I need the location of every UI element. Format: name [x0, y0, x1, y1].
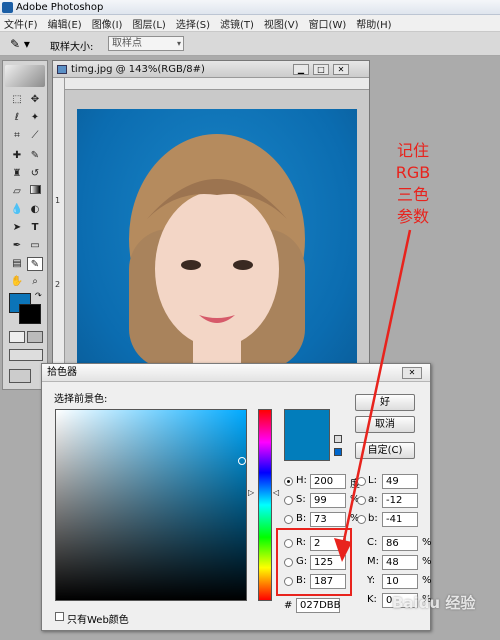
history-brush-icon[interactable]: ↺ [27, 167, 43, 181]
brightness-radio[interactable] [284, 515, 293, 524]
hand-tool-icon[interactable]: ✋ [9, 275, 25, 289]
photoshop-logo-icon [2, 2, 13, 13]
color-picker-title: 拾色器 [47, 367, 77, 378]
horizontal-ruler [65, 78, 369, 90]
menu-help[interactable]: 帮助(H) [356, 16, 391, 31]
sample-size-select[interactable]: 取样点 ▾ [108, 36, 184, 51]
minimize-button[interactable]: ▁ [293, 64, 309, 75]
hue-slider-left-arrow[interactable]: ▷ [248, 488, 254, 497]
menu-layer[interactable]: 图层(L) [132, 16, 165, 31]
jump-to-imageready-icon[interactable] [9, 369, 31, 383]
menu-filter[interactable]: 滤镜(T) [220, 16, 254, 31]
annotation-line-2: RGB [395, 163, 431, 182]
chevron-down-icon: ▾ [176, 39, 181, 48]
screen-mode-icon[interactable] [9, 349, 43, 361]
app-title-bar: Adobe Photoshop [0, 0, 500, 15]
vertical-ruler: 1 2 [53, 78, 65, 389]
options-bar: ✎ ▾ 取样大小: 取样点 ▾ [0, 32, 500, 56]
brush-tool-icon[interactable]: ✎ [27, 149, 43, 163]
hue-radio[interactable] [284, 477, 293, 486]
swap-colors-icon[interactable]: ↷ [35, 291, 42, 300]
select-foreground-label: 选择前景色: [54, 394, 108, 405]
color-field-cursor[interactable] [238, 457, 246, 465]
menu-file[interactable]: 文件(F) [4, 16, 38, 31]
maximize-button[interactable]: □ [313, 64, 329, 75]
hue-slider[interactable] [258, 409, 272, 601]
saturation-radio[interactable] [284, 496, 293, 505]
crop-tool-icon[interactable]: ⌗ [9, 129, 25, 143]
brightness-label: B: [296, 513, 307, 524]
hex-label: # [284, 600, 293, 611]
app-title: Adobe Photoshop [16, 2, 104, 13]
background-color-swatch[interactable] [19, 304, 41, 324]
eraser-tool-icon[interactable]: ▱ [9, 185, 25, 199]
marquee-tool-icon[interactable]: ⬚ [9, 93, 25, 107]
menu-select[interactable]: 选择(S) [176, 16, 210, 31]
menu-image[interactable]: 图像(I) [92, 16, 123, 31]
clone-stamp-icon[interactable]: ♜ [9, 167, 25, 181]
eyedropper-preset-icon[interactable]: ✎ ▾ [10, 36, 40, 52]
sample-size-value: 取样点 [112, 38, 142, 49]
menu-edit[interactable]: 编辑(E) [48, 16, 82, 31]
standard-mode-icon[interactable] [27, 331, 43, 343]
lasso-tool-icon[interactable]: ℓ [9, 111, 25, 125]
annotation-text: 记住 RGB 三色 参数 [393, 140, 433, 228]
type-tool-icon[interactable]: T [27, 221, 43, 235]
portrait-illustration [129, 134, 305, 389]
magic-wand-tool-icon[interactable]: ✦ [27, 111, 43, 125]
annotation-arrow-icon [334, 229, 412, 562]
document-icon [57, 65, 67, 74]
hue-label: H: [296, 475, 307, 486]
zoom-tool-icon[interactable]: ⌕ [27, 275, 43, 289]
toolbox: ⬚ ✥ ℓ ✦ ⌗ ⟋ ✚ ✎ ♜ ↺ ▱ 💧 ◐ ➤ T ✒ ▭ ▤ ✎ ✋ … [2, 60, 48, 390]
quick-mask-icon[interactable] [9, 331, 25, 343]
healing-brush-icon[interactable]: ✚ [9, 149, 25, 163]
sample-size-label: 取样大小: [50, 42, 94, 53]
blur-tool-icon[interactable]: 💧 [9, 203, 25, 217]
annotation-line-3: 三色 [396, 185, 429, 204]
pen-tool-icon[interactable]: ✒ [9, 239, 25, 253]
hex-field[interactable]: 027DBB [296, 598, 341, 613]
menu-bar: 文件(F) 编辑(E) 图像(I) 图层(L) 选择(S) 滤镜(T) 视图(V… [0, 15, 500, 32]
portrait-photo [77, 109, 357, 389]
feather-logo-icon [5, 65, 45, 87]
document-title: timg.jpg @ 143%(RGB/8#) [71, 64, 205, 75]
annotation-line-1: 记住 [396, 141, 429, 160]
close-button[interactable]: ✕ [333, 64, 349, 75]
web-colors-label: 只有Web颜色 [67, 615, 129, 626]
move-tool-icon[interactable]: ✥ [27, 93, 43, 107]
menu-view[interactable]: 视图(V) [264, 16, 299, 31]
gradient-tool-icon[interactable] [27, 185, 43, 199]
black-label: K: [367, 594, 377, 605]
shape-tool-icon[interactable]: ▭ [27, 239, 43, 253]
eyedropper-tool-icon[interactable]: ✎ [27, 257, 43, 271]
saturation-label: S: [296, 494, 306, 505]
dodge-tool-icon[interactable]: ◐ [27, 203, 43, 217]
web-colors-checkbox[interactable] [55, 612, 64, 621]
ruler-mark-2: 2 [55, 280, 61, 289]
menu-window[interactable]: 窗口(W) [309, 16, 347, 31]
baidu-watermark: Baidu 经验 [392, 594, 476, 612]
hue-slider-right-arrow[interactable]: ◁ [273, 488, 279, 497]
color-field[interactable] [55, 409, 247, 601]
slice-tool-icon[interactable]: ⟋ [27, 129, 43, 143]
path-select-icon[interactable]: ➤ [9, 221, 25, 235]
notes-tool-icon[interactable]: ▤ [9, 257, 25, 271]
ruler-mark-1: 1 [55, 196, 61, 205]
